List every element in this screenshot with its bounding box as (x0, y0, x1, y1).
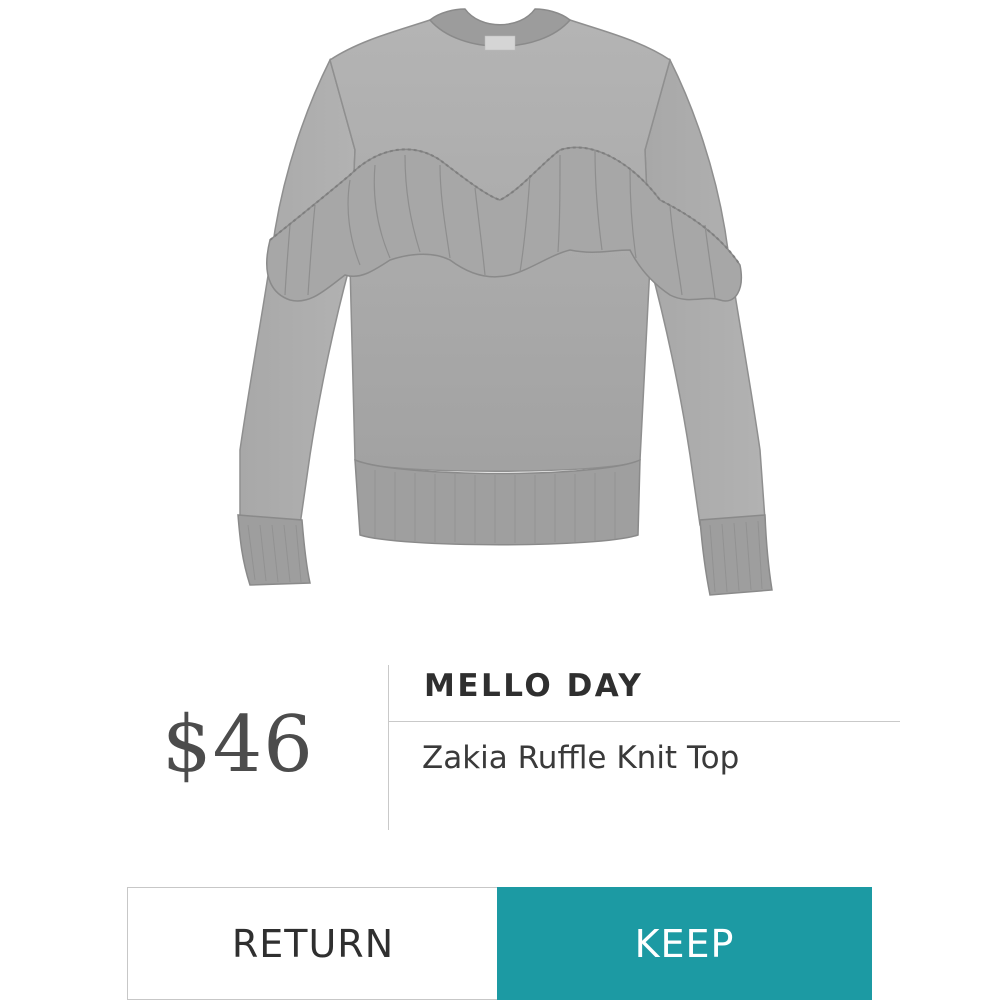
product-name: Zakia Ruffle Knit Top (422, 740, 740, 776)
return-button-label: RETURN (231, 921, 395, 966)
price: $46 (162, 700, 314, 790)
horizontal-divider (388, 721, 900, 722)
keep-button[interactable]: KEEP (497, 887, 872, 1000)
product-image (237, 8, 773, 596)
vertical-divider (388, 665, 389, 830)
keep-button-label: KEEP (634, 921, 735, 966)
return-button[interactable]: RETURN (127, 887, 498, 1000)
left-cuff (237, 514, 311, 586)
waistband (354, 458, 641, 546)
brand-name: MELLO DAY (424, 668, 644, 704)
